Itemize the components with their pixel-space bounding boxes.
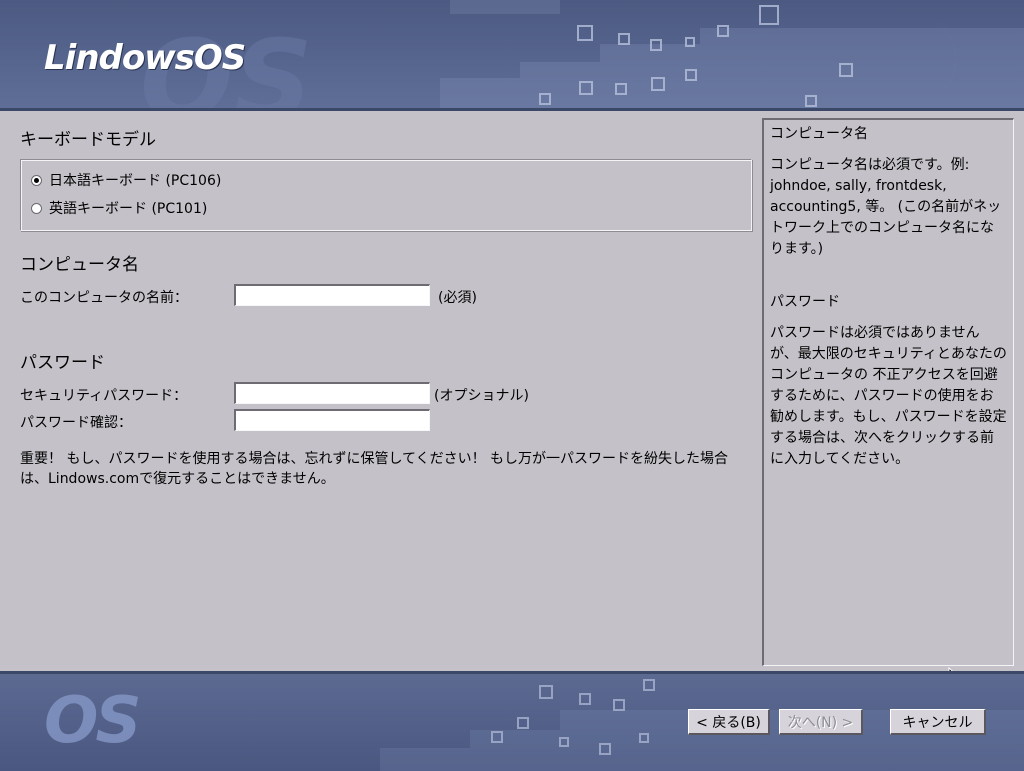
security-password-label: セキュリティパスワード： xyxy=(20,388,188,404)
password-confirm-input[interactable] xyxy=(234,409,430,431)
security-password-optional-hint: (オプショナル) xyxy=(434,388,529,404)
password-warning-text: 重要！ もし、パスワードを使用する場合は、忘れずに保管してください！ もし万が一… xyxy=(20,451,729,487)
back-button[interactable]: < 戻る(B) xyxy=(688,709,770,735)
keyboard-option-jp[interactable]: 日本語キーボード (PC106) xyxy=(31,170,221,190)
keyboard-option-group: 日本語キーボード (PC106) 英語キーボード (PC101) xyxy=(20,159,752,231)
computer-name-required-hint: (必須) xyxy=(438,290,477,306)
next-button[interactable]: 次へ(N) > xyxy=(779,709,863,735)
keyboard-option-en-label: 英語キーボード (PC101) xyxy=(49,201,208,217)
keyboard-section-title: キーボードモデル xyxy=(20,130,156,150)
computer-name-input[interactable] xyxy=(234,284,430,306)
help-password-text: パスワードは必須ではありませんが、最大限のセキュリティとあなたのコンピュータの … xyxy=(770,325,1007,467)
setup-form: キーボードモデル 日本語キーボード (PC106) 英語キーボード (PC101… xyxy=(0,111,1024,685)
password-confirm-label: パスワード確認： xyxy=(20,415,132,431)
keyboard-option-en[interactable]: 英語キーボード (PC101) xyxy=(31,198,207,218)
computer-section-title: コンピュータ名 xyxy=(20,255,139,275)
help-password-title: パスワード xyxy=(770,294,840,310)
footer-banner: OS < 戻る(B) 次へ(N) > キャンセル xyxy=(0,671,1024,771)
lindows-logo: LindowsOS xyxy=(44,38,246,78)
cancel-button[interactable]: キャンセル xyxy=(890,709,986,735)
radio-jp[interactable] xyxy=(31,174,42,186)
radio-en[interactable] xyxy=(31,202,42,214)
password-section-title: パスワード xyxy=(20,353,105,373)
help-panel: コンピュータ名 コンピュータ名は必須です。例: johndoe, sally, … xyxy=(762,118,1014,666)
security-password-input[interactable] xyxy=(234,382,430,404)
help-computer-text: コンピュータ名は必須です。例: johndoe, sally, frontdes… xyxy=(770,157,1002,257)
computer-name-label: このコンピュータの名前： xyxy=(20,290,188,306)
footer-os-logo: OS xyxy=(44,684,141,758)
footer-decoration xyxy=(196,679,1024,771)
help-computer-title: コンピュータ名 xyxy=(770,126,868,142)
header-banner: OS LindowsOS xyxy=(0,0,1024,111)
keyboard-option-jp-label: 日本語キーボード (PC106) xyxy=(49,173,222,189)
